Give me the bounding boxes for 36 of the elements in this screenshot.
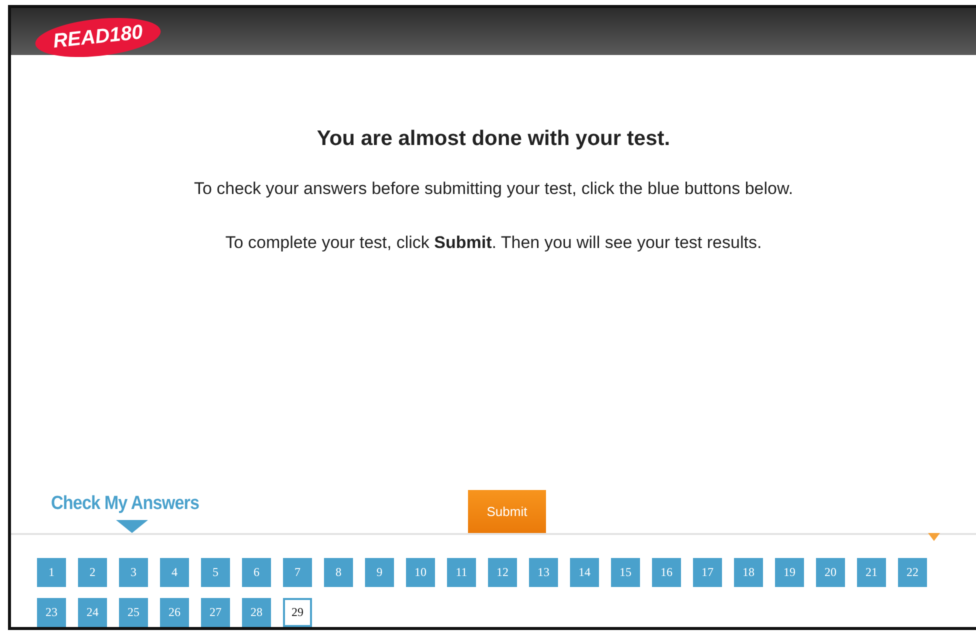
expand-icon[interactable] — [928, 533, 940, 541]
question-button[interactable]: 16 — [652, 558, 681, 587]
question-button[interactable]: 2 — [78, 558, 107, 587]
question-button[interactable]: 23 — [37, 598, 66, 627]
question-button[interactable]: 25 — [119, 598, 148, 627]
question-button[interactable]: 19 — [775, 558, 804, 587]
question-button[interactable]: 10 — [406, 558, 435, 587]
submit-button[interactable]: Submit — [468, 490, 546, 533]
question-button[interactable]: 14 — [570, 558, 599, 587]
question-button[interactable]: 17 — [693, 558, 722, 587]
question-button[interactable]: 3 — [119, 558, 148, 587]
question-button[interactable]: 24 — [78, 598, 107, 627]
question-button[interactable]: 28 — [242, 598, 271, 627]
question-button[interactable]: 21 — [857, 558, 886, 587]
question-button[interactable]: 8 — [324, 558, 353, 587]
question-button[interactable]: 15 — [611, 558, 640, 587]
question-button[interactable]: 9 — [365, 558, 394, 587]
message-title: You are almost done with your test. — [316, 127, 672, 151]
question-button[interactable]: 26 — [160, 598, 189, 627]
question-button[interactable]: 20 — [816, 558, 845, 587]
message-text: To complete your test, click Submit. Then you will see your test results. — [224, 233, 763, 253]
question-button[interactable]: 27 — [201, 598, 230, 627]
question-button[interactable]: 7 — [283, 558, 312, 587]
question-button[interactable]: 11 — [447, 558, 476, 587]
question-button[interactable]: 29 — [283, 598, 312, 627]
question-button[interactable]: 12 — [488, 558, 517, 587]
question-button[interactable]: 4 — [160, 558, 189, 587]
question-button[interactable]: 1 — [37, 558, 66, 587]
question-button[interactable]: 18 — [734, 558, 763, 587]
question-button[interactable]: 13 — [529, 558, 558, 587]
pointer-icon — [116, 520, 148, 533]
question-button[interactable]: 5 — [201, 558, 230, 587]
message-text: To check your answers before submitting your test, click the blue buttons below. — [192, 179, 794, 199]
section-label: Check My Answers — [51, 493, 200, 515]
question-button[interactable]: 6 — [242, 558, 271, 587]
question-button[interactable]: 22 — [898, 558, 927, 587]
